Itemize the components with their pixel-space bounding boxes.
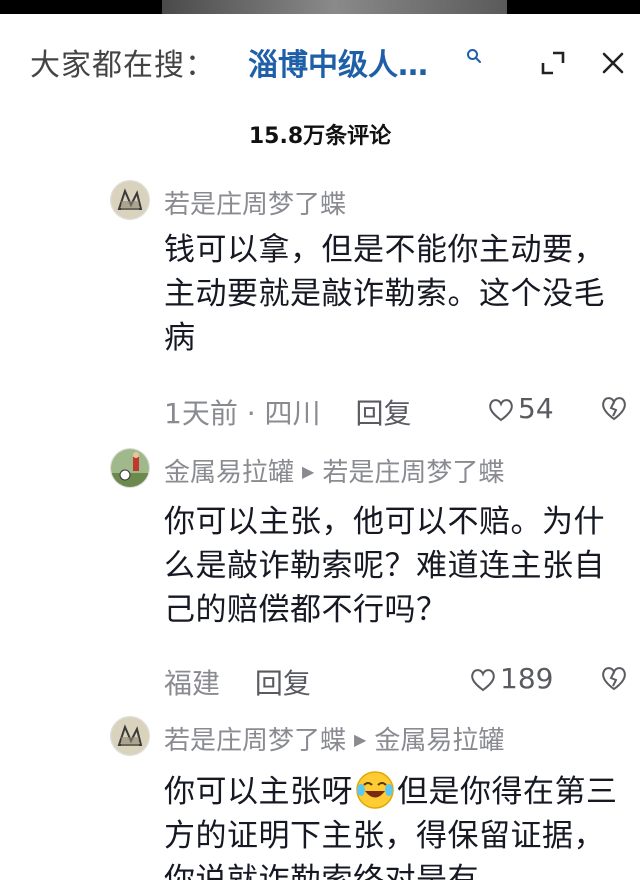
comment-meta: 1天前 · 四川 回复	[164, 392, 411, 432]
comment-count: 15.8万条评论	[248, 124, 392, 149]
expand-icon[interactable]	[540, 50, 566, 76]
comment-item: 金属易拉罐 ▶ 若是庄周梦了蝶 你可以主张，他可以不赔。为什么是敲诈勒索呢？难道连主…	[0, 446, 640, 700]
close-icon[interactable]	[600, 50, 626, 76]
comment-text-part: 你可以主张呀	[164, 774, 353, 810]
comment-author-row: 若是庄周梦了蝶	[164, 184, 346, 221]
comment-author-row: 若是庄周梦了蝶 ▶ 金属易拉罐	[164, 720, 504, 757]
reply-arrow-icon: ▶	[354, 730, 367, 749]
laughing-tears-emoji-icon	[356, 771, 394, 809]
like-count: 189	[500, 662, 554, 695]
background-thumbnail	[162, 0, 507, 14]
comment-time-location: 1天前 · 四川	[164, 397, 321, 430]
search-suggestion-link[interactable]: 淄博中级人…	[248, 40, 428, 84]
avatar[interactable]	[110, 448, 150, 488]
comment-item: 若是庄周梦了蝶 ▶ 金属易拉罐 你可以主张呀 但是你得在第三方的证明下主张，得保留证…	[0, 714, 640, 880]
background-video-strip	[0, 0, 640, 14]
reply-arrow-icon: ▶	[302, 462, 315, 481]
comment-text: 你可以主张呀 但是你得在第三方的证明下主张，得保留证据，你说就诈勒索终对是有	[164, 770, 626, 880]
like-button[interactable]: 189	[470, 662, 553, 695]
dislike-icon[interactable]	[600, 664, 628, 692]
reply-to-author[interactable]: 金属易拉罐	[374, 726, 504, 756]
comment-author[interactable]: 若是庄周梦了蝶	[164, 726, 346, 756]
comment-author-row: 金属易拉罐 ▶ 若是庄周梦了蝶	[164, 452, 504, 489]
comments-sheet: 大家都在搜： 淄博中级人… 15.8万条评论 若是庄周梦了蝶 钱可以拿，但是不能	[0, 14, 640, 880]
search-prefix-label: 大家都在搜：	[30, 48, 216, 83]
reply-to-author[interactable]: 若是庄周梦了蝶	[322, 458, 504, 488]
comment-meta: 福建 回复	[164, 662, 311, 702]
heart-icon	[471, 669, 495, 692]
reply-button[interactable]: 回复	[355, 397, 411, 430]
like-button[interactable]: 54	[488, 392, 554, 425]
dislike-icon[interactable]	[600, 394, 628, 422]
reply-button[interactable]: 回复	[255, 667, 311, 700]
comment-text: 你可以主张，他可以不赔。为什么是敲诈勒索呢？难道连主张自己的赔偿都不行吗？	[164, 504, 605, 628]
avatar[interactable]	[110, 716, 150, 756]
heart-icon	[489, 399, 513, 422]
avatar[interactable]	[110, 180, 150, 220]
like-count: 54	[518, 392, 554, 425]
search-suggestion-bar[interactable]: 大家都在搜： 淄博中级人…	[0, 14, 640, 104]
comment-author[interactable]: 金属易拉罐	[164, 458, 294, 488]
comment-author[interactable]: 若是庄周梦了蝶	[164, 190, 346, 220]
comment-location: 福建	[164, 667, 221, 700]
comment-text: 钱可以拿，但是不能你主动要，主动要就是敲诈勒索。这个没毛病	[164, 232, 605, 356]
search-icon[interactable]	[466, 48, 482, 64]
comment-item: 若是庄周梦了蝶 钱可以拿，但是不能你主动要，主动要就是敲诈勒索。这个没毛病 1天…	[0, 178, 640, 430]
